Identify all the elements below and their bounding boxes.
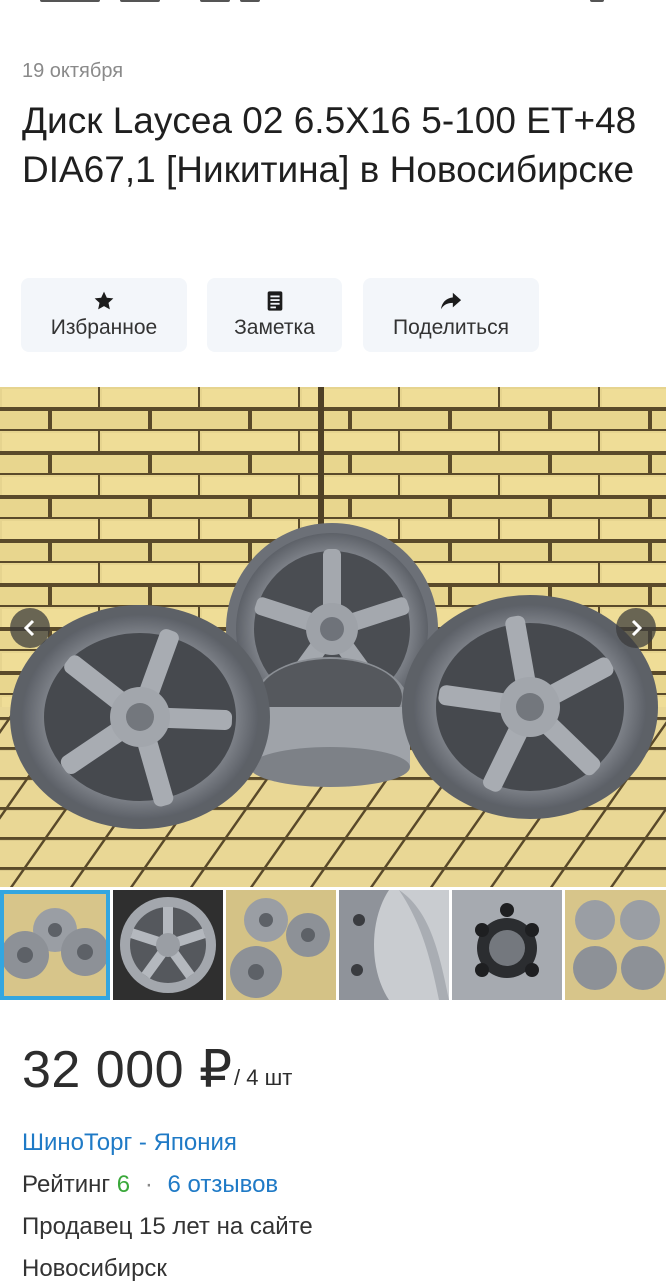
star-icon bbox=[94, 291, 114, 310]
listing-title: Диск Laycea 02 6.5X16 5-100 ET+48 DIA67,… bbox=[22, 100, 637, 190]
top-cropped-text bbox=[0, 0, 666, 6]
action-buttons: Избранное Заметка Поделиться bbox=[0, 278, 666, 352]
seller-rating: Рейтинг 6 · 6 отзывов bbox=[22, 1171, 278, 1199]
gallery-next-button[interactable] bbox=[616, 608, 656, 648]
note-label: Заметка bbox=[234, 316, 315, 339]
thumbnail-strip bbox=[0, 890, 666, 1000]
thumbnail-1[interactable] bbox=[0, 890, 110, 1000]
seller-city: Новосибирск bbox=[22, 1255, 167, 1282]
rating-label: Рейтинг bbox=[22, 1171, 111, 1198]
thumbnail-4[interactable] bbox=[339, 890, 449, 1000]
seller-since: Продавец 15 лет на сайте bbox=[22, 1213, 313, 1240]
thumbnail-2[interactable] bbox=[113, 890, 223, 1000]
gallery-prev-button[interactable] bbox=[10, 608, 50, 648]
favorite-label: Избранное bbox=[50, 316, 158, 339]
thumbnail-3[interactable] bbox=[226, 890, 336, 1000]
main-photo bbox=[0, 387, 666, 887]
favorite-button[interactable]: Избранное bbox=[21, 278, 187, 352]
share-button[interactable]: Поделиться bbox=[363, 278, 539, 352]
share-icon bbox=[440, 292, 462, 310]
chevron-left-icon bbox=[23, 619, 35, 637]
price-amount: 32 000 ₽ bbox=[22, 1041, 233, 1099]
seller-name-link[interactable]: ШиноТорг - Япония bbox=[22, 1129, 237, 1157]
note-icon bbox=[267, 291, 282, 311]
price-unit: / 4 шт bbox=[234, 1065, 293, 1090]
reviews-link[interactable]: 6 отзывов bbox=[168, 1171, 279, 1198]
chevron-right-icon bbox=[631, 619, 643, 637]
rating-separator: · bbox=[144, 1171, 153, 1198]
thumbnail-6[interactable] bbox=[565, 890, 666, 1000]
thumbnail-5[interactable] bbox=[452, 890, 562, 1000]
photo-gallery[interactable] bbox=[0, 387, 666, 887]
note-button[interactable]: Заметка bbox=[207, 278, 342, 352]
listing-date: 19 октября bbox=[22, 60, 124, 82]
share-label: Поделиться bbox=[393, 316, 509, 339]
rating-value: 6 bbox=[116, 1171, 131, 1198]
